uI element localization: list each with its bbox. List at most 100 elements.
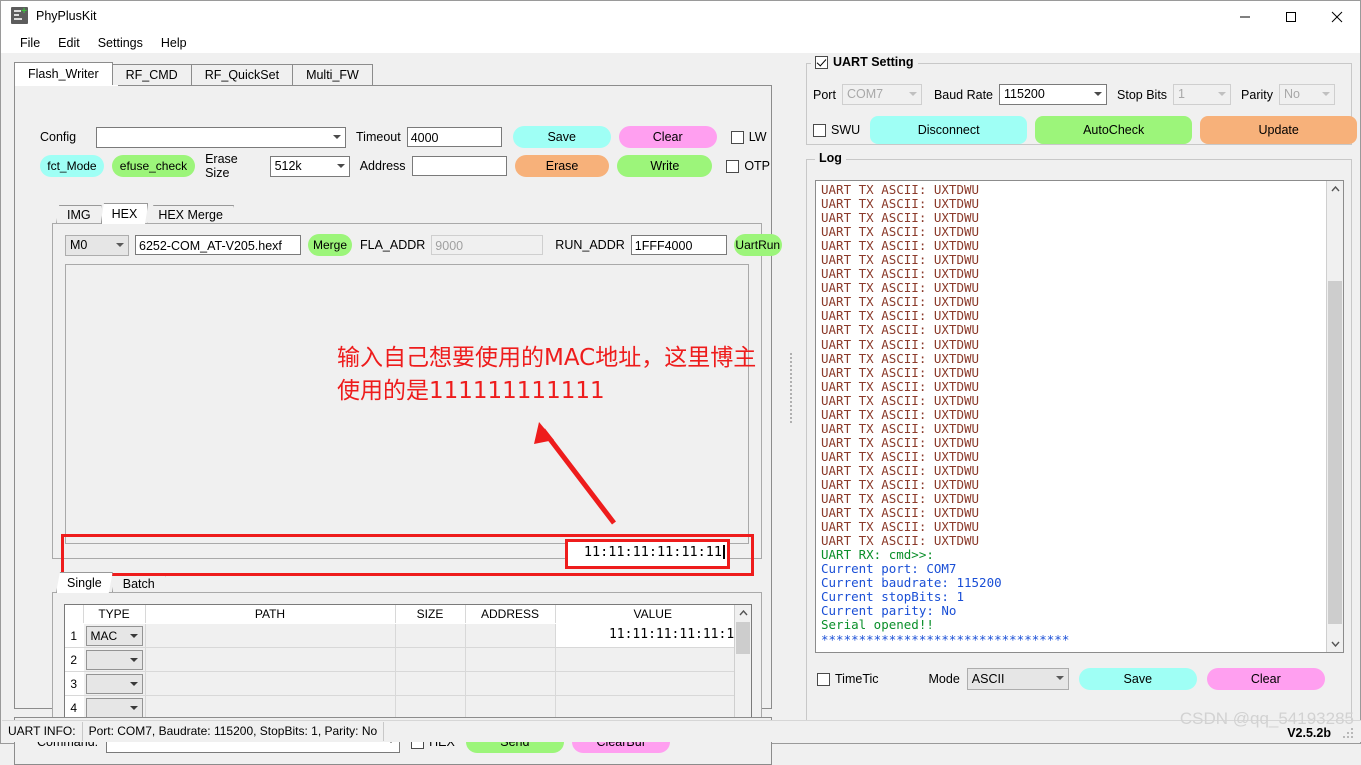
type-combo[interactable] [85, 673, 143, 694]
menu-item-file[interactable]: File [11, 34, 49, 52]
module-combo[interactable]: M0 [65, 234, 129, 256]
stop-bits-label: Stop Bits [1117, 87, 1168, 102]
menu-item-settings[interactable]: Settings [89, 34, 152, 52]
cell-address[interactable] [465, 647, 556, 672]
erase-size-combo[interactable]: 512k [269, 155, 350, 177]
cell-size[interactable] [395, 647, 466, 672]
close-icon[interactable] [1314, 1, 1360, 32]
cell-type[interactable] [83, 647, 146, 672]
log-scroll-thumb[interactable] [1328, 281, 1342, 624]
timetic-checkbox-box[interactable] [817, 672, 830, 686]
log-output[interactable]: UART TX ASCII: UXTDWU UART TX ASCII: UXTD… [815, 180, 1344, 653]
cell-size[interactable] [395, 695, 466, 720]
table-scrollbar[interactable] [734, 605, 751, 730]
update-button[interactable]: Update [1200, 116, 1358, 144]
tab-batch[interactable]: Batch [111, 574, 166, 593]
table-row[interactable]: 1 MAC 11:11:11:11:11:11 [65, 623, 751, 648]
table-row[interactable]: 2 [65, 647, 751, 672]
type-combo[interactable] [85, 697, 143, 718]
efuse-check-button[interactable]: efuse_check [111, 155, 196, 177]
tab-flash-writer[interactable]: Flash_Writer [14, 62, 113, 86]
port-combo[interactable]: COM7 [841, 84, 922, 105]
minimize-icon[interactable] [1222, 1, 1268, 32]
tab-multi-fw[interactable]: Multi_FW [292, 64, 373, 86]
fct-mode-button[interactable]: fct_Mode [40, 155, 104, 177]
pane-splitter[interactable] [784, 53, 798, 721]
baud-rate-label: Baud Rate [933, 87, 994, 102]
table-scroll-thumb[interactable] [736, 622, 750, 654]
cell-size[interactable] [395, 671, 466, 696]
config-combo[interactable] [96, 126, 346, 148]
column-header-value: VALUE [555, 605, 751, 624]
tab-hex[interactable]: HEX [100, 203, 149, 224]
baud-rate-combo[interactable]: 115200 [999, 84, 1108, 105]
autocheck-button[interactable]: AutoCheck [1035, 116, 1193, 144]
menu-item-edit[interactable]: Edit [49, 34, 89, 52]
table-row[interactable]: 3 [65, 671, 751, 696]
otp-checkbox[interactable]: OTP [726, 159, 770, 173]
merge-button[interactable]: Merge [308, 234, 352, 256]
tab-img[interactable]: IMG [56, 205, 102, 224]
parity-combo[interactable]: No [1279, 84, 1335, 105]
type-combo[interactable] [85, 649, 143, 670]
uart-setting-caption[interactable]: UART Setting [811, 55, 918, 69]
cell-path[interactable] [145, 695, 396, 720]
swu-checkbox[interactable]: SWU [813, 123, 860, 137]
type-combo[interactable]: MAC [85, 625, 143, 646]
timeout-label: Timeout [356, 130, 401, 144]
table-row[interactable]: 4 [65, 695, 751, 720]
cell-path[interactable] [145, 623, 396, 648]
scroll-down-icon[interactable] [1327, 636, 1343, 652]
cell-type[interactable] [83, 695, 146, 720]
stop-bits-combo[interactable]: 1 [1173, 84, 1232, 105]
tab-hex-merge[interactable]: HEX Merge [147, 205, 234, 224]
mode-combo[interactable]: ASCII [966, 668, 1069, 690]
splitter-grip-icon [790, 353, 792, 423]
menu-item-help[interactable]: Help [152, 34, 196, 52]
otp-checkbox-box[interactable] [726, 159, 740, 173]
scroll-up-icon[interactable] [735, 605, 751, 621]
mac-value-overlay[interactable]: 11:11:11:11:11:11 [573, 544, 725, 560]
run-addr-input[interactable]: 1FFF4000 [630, 235, 727, 255]
cell-value[interactable]: 11:11:11:11:11:11 [555, 623, 751, 648]
uart-run-button[interactable]: UartRun [733, 234, 782, 256]
cell-type[interactable]: MAC [83, 623, 146, 648]
log-scrollbar[interactable] [1326, 181, 1343, 652]
fla-addr-input[interactable]: 9000 [431, 235, 544, 255]
cell-value[interactable] [555, 671, 751, 696]
log-save-button[interactable]: Save [1078, 668, 1197, 690]
swu-checkbox-box[interactable] [813, 123, 826, 137]
cell-address[interactable] [465, 695, 556, 720]
log-clear-button[interactable]: Clear [1206, 668, 1325, 690]
mode-value: ASCII [971, 672, 1005, 686]
lw-checkbox-box[interactable] [730, 130, 744, 144]
cell-value[interactable] [555, 647, 751, 672]
address-input[interactable] [411, 156, 507, 176]
maximize-icon[interactable] [1268, 1, 1314, 32]
tab-single[interactable]: Single [56, 572, 113, 593]
log-line: UART TX ASCII: UXTDWU [821, 224, 980, 240]
cell-address[interactable] [465, 623, 556, 648]
tab-rf-cmd[interactable]: RF_CMD [111, 64, 192, 86]
chevron-down-icon [129, 681, 138, 686]
clear-button[interactable]: Clear [618, 126, 717, 148]
row-number: 3 [65, 671, 84, 696]
tab-rf-quickset[interactable]: RF_QuickSet [190, 64, 294, 86]
scroll-up-icon[interactable] [1327, 181, 1343, 197]
disconnect-button[interactable]: Disconnect [870, 116, 1028, 144]
lw-checkbox[interactable]: LW [730, 130, 767, 144]
port-label: Port [813, 87, 836, 102]
timetic-checkbox[interactable]: TimeTic [817, 672, 879, 686]
erase-button[interactable]: Erase [514, 155, 610, 177]
cell-type[interactable] [83, 671, 146, 696]
uart-setting-checkbox[interactable] [815, 55, 828, 69]
timeout-input[interactable]: 4000 [406, 127, 502, 147]
cell-path[interactable] [145, 671, 396, 696]
cell-path[interactable] [145, 647, 396, 672]
hex-file-input[interactable]: 6252-COM_AT-V205.hexf [135, 235, 301, 255]
write-button[interactable]: Write [617, 155, 713, 177]
cell-address[interactable] [465, 671, 556, 696]
cell-value[interactable] [555, 695, 751, 720]
cell-size[interactable] [395, 623, 466, 648]
save-button[interactable]: Save [512, 126, 611, 148]
